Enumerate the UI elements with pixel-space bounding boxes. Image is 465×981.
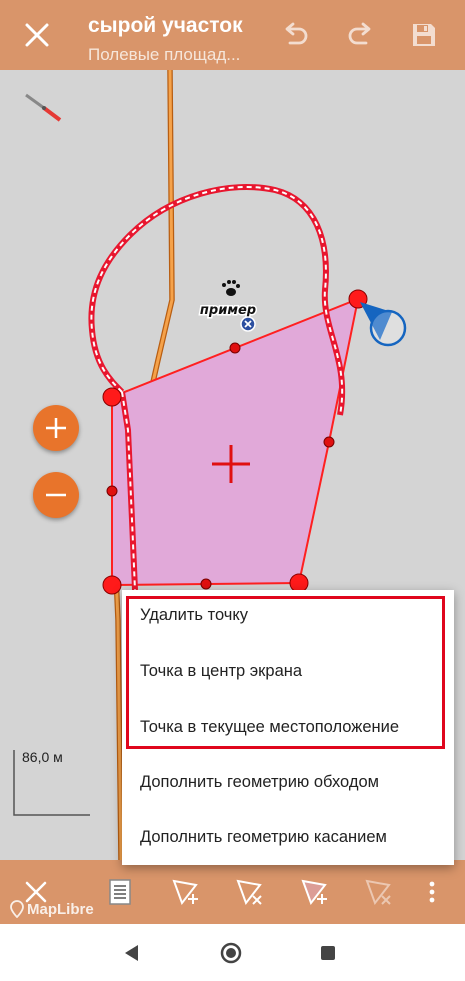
- more-button[interactable]: [418, 874, 446, 910]
- undo-icon: [285, 22, 308, 45]
- zoom-out-button[interactable]: [33, 472, 79, 518]
- add-point-icon: [301, 879, 327, 906]
- maplibre-logo-icon: [10, 900, 24, 918]
- list-icon: [109, 879, 131, 905]
- remove-part-button[interactable]: [360, 874, 396, 910]
- page-title: сырой участок: [88, 14, 243, 37]
- close-icon: [25, 23, 49, 47]
- vertex-drag-handle-icon[interactable]: [360, 302, 407, 347]
- redo-button[interactable]: [337, 12, 383, 58]
- add-part-button[interactable]: [296, 874, 332, 910]
- add-vertex-button[interactable]: [167, 874, 203, 910]
- page-subtitle: Полевые площад...: [88, 45, 241, 64]
- scale-label: 86,0 м: [22, 749, 63, 765]
- attributes-button[interactable]: [102, 874, 138, 910]
- save-button[interactable]: [401, 12, 447, 58]
- menu-item-complete-by-walk[interactable]: Дополнить геометрию обходом: [140, 773, 379, 792]
- system-nav-bar: [0, 924, 465, 981]
- compass-icon[interactable]: [25, 93, 62, 122]
- back-button[interactable]: [114, 936, 148, 970]
- save-icon: [413, 24, 435, 46]
- recents-button[interactable]: [311, 936, 345, 970]
- undo-button[interactable]: [273, 12, 319, 58]
- top-app-bar: сырой участок Полевые площад...: [0, 0, 465, 70]
- delete-vertex-icon: [236, 879, 262, 906]
- home-icon: [220, 942, 242, 964]
- remove-point-icon: [365, 879, 391, 906]
- delete-vertex-button[interactable]: [231, 874, 267, 910]
- home-button[interactable]: [214, 936, 248, 970]
- plus-icon: [46, 418, 66, 438]
- redo-icon: [348, 22, 371, 45]
- more-icon: [429, 881, 435, 903]
- add-vertex-icon: [172, 879, 198, 906]
- point-remove-icon[interactable]: [240, 316, 256, 332]
- recents-icon: [321, 946, 335, 960]
- edited-polygon[interactable]: [111, 297, 360, 587]
- point-label: пример: [200, 303, 256, 318]
- zoom-in-button[interactable]: [33, 405, 79, 451]
- maplibre-attribution: MapLibre: [10, 900, 94, 918]
- minus-icon: [46, 493, 66, 497]
- paw-marker-icon[interactable]: [222, 280, 240, 296]
- close-button[interactable]: [14, 12, 60, 58]
- menu-item-complete-by-tap[interactable]: Дополнить геометрию касанием: [140, 828, 387, 847]
- highlight-frame: [126, 596, 445, 749]
- back-icon: [125, 945, 138, 961]
